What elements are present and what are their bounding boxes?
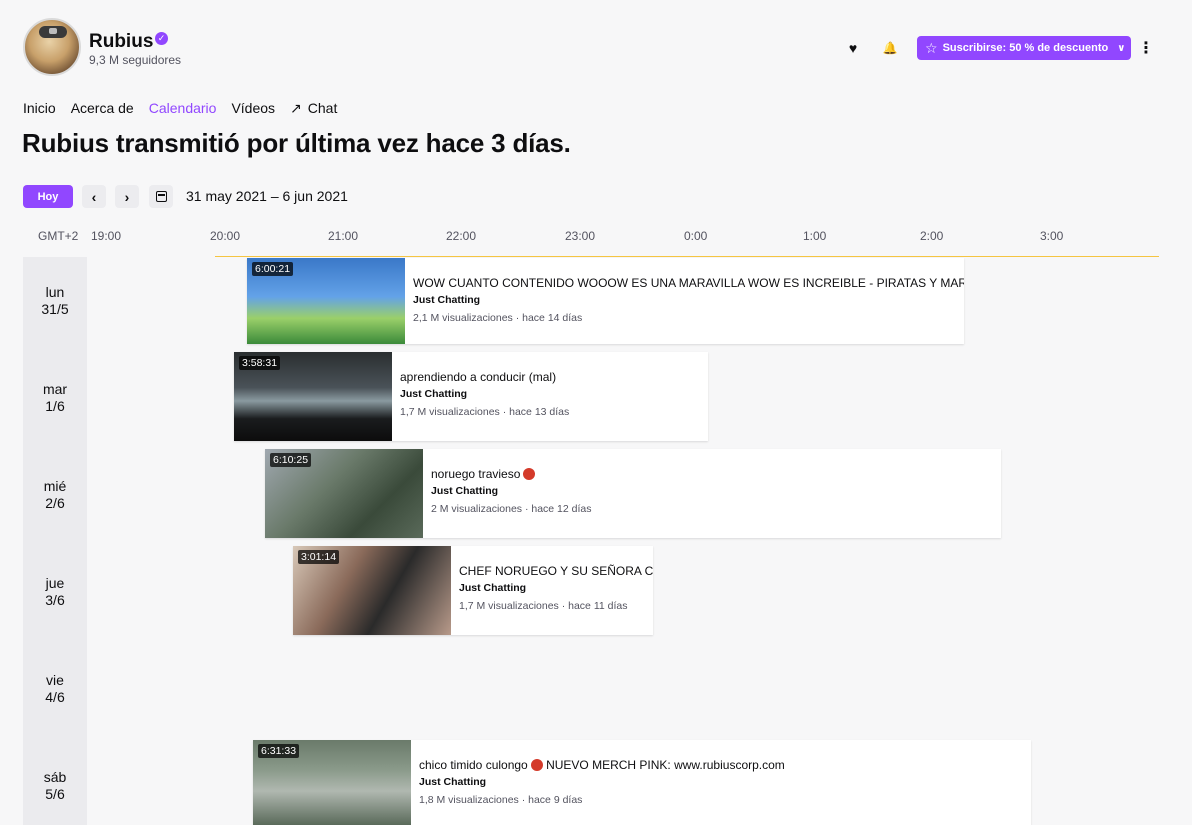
star-icon: ☆ xyxy=(925,40,938,56)
tab-calendario[interactable]: Calendario xyxy=(149,100,217,117)
tab-inicio[interactable]: Inicio xyxy=(23,100,56,117)
day-label: mié 2/6 xyxy=(43,478,67,511)
current-time-line xyxy=(215,256,1159,257)
follower-count: 9,3 M seguidores xyxy=(89,53,182,67)
calendar-icon xyxy=(155,191,167,202)
tab-videos[interactable]: Vídeos xyxy=(231,100,275,117)
stream-duration: 3:01:14 xyxy=(298,550,340,564)
channel-header: Rubius ✓ 9,3 M seguidores ♥ 🔔 ☆ Suscribi… xyxy=(0,0,1192,90)
stream-category[interactable]: Just Chatting xyxy=(400,388,708,400)
day-label: vie 4/6 xyxy=(45,672,65,705)
stream-duration: 6:31:33 xyxy=(258,744,300,758)
day-label: mar 1/6 xyxy=(42,381,68,414)
notifications-button[interactable]: 🔔 xyxy=(877,37,903,59)
day-column xyxy=(23,257,87,825)
time-tick: 1:00 xyxy=(803,229,827,243)
stream-thumbnail: 3:58:31 xyxy=(234,352,392,441)
channel-avatar[interactable] xyxy=(23,18,81,76)
stream-meta: 2 M visualizaciones · hace 12 días xyxy=(431,503,592,515)
stream-thumbnail: 6:31:33 xyxy=(253,740,411,825)
chevron-down-icon: ∨ xyxy=(1117,42,1126,54)
previous-week-button[interactable]: ‹ xyxy=(82,185,106,208)
stream-duration: 3:58:31 xyxy=(239,356,281,370)
stream-meta: 2,1 M visualizaciones · hace 14 días xyxy=(413,312,583,324)
date-range: 31 may 2021 – 6 jun 2021 xyxy=(186,188,348,204)
tab-chat-label: Chat xyxy=(307,100,338,116)
stream-title: chico timido culongo NUEVO MERCH PINK: w… xyxy=(419,758,785,772)
stream-meta: 1,8 M visualizaciones · hace 9 días xyxy=(419,794,583,806)
bell-icon: 🔔 xyxy=(882,41,898,55)
stream-title: WOW CUANTO CONTENIDO WOOOW ES UNA MARAVI… xyxy=(413,276,964,290)
subscribe-label: Suscribirse: 50 % de descuento xyxy=(942,42,1109,54)
more-options-button[interactable]: ⋮ xyxy=(1138,37,1154,59)
stream-duration: 6:00:21 xyxy=(252,262,294,276)
day-label: jue 3/6 xyxy=(45,575,65,608)
emoji-icon xyxy=(523,468,536,480)
day-label: sáb 5/6 xyxy=(43,769,67,802)
stream-category[interactable]: Just Chatting xyxy=(459,582,653,594)
today-button[interactable]: Hoy xyxy=(23,185,73,208)
stream-thumbnail: 3:01:14 xyxy=(293,546,451,635)
time-tick: 0:00 xyxy=(684,229,708,243)
stream-category[interactable]: Just Chatting xyxy=(431,485,1001,497)
time-tick: 19:00 xyxy=(91,229,122,243)
time-tick: 2:00 xyxy=(920,229,944,243)
stream-duration: 6:10:25 xyxy=(270,453,312,467)
stream-meta: 1,7 M visualizaciones · hace 13 días xyxy=(400,406,570,418)
timezone-label: GMT+2 xyxy=(38,229,79,243)
stream-title: CHEF NORUEGO Y SU SEÑORA COC xyxy=(459,564,653,578)
subscribe-button[interactable]: ☆ Suscribirse: 50 % de descuento ∨ xyxy=(917,36,1131,60)
day-label: lun 31/5 xyxy=(41,284,69,317)
next-week-button[interactable]: › xyxy=(115,185,139,208)
tab-acerca-de[interactable]: Acerca de xyxy=(71,100,134,117)
stream-card[interactable]: 6:10:25 noruego travieso Just Chatting 2… xyxy=(265,449,1001,538)
chevron-right-icon: › xyxy=(124,188,130,205)
time-tick: 20:00 xyxy=(210,229,241,243)
channel-name[interactable]: Rubius xyxy=(89,31,153,53)
stream-title: aprendiendo a conducir (mal) xyxy=(400,370,557,384)
tab-chat[interactable]: ↗ Chat xyxy=(290,100,337,117)
verified-badge-icon: ✓ xyxy=(155,32,168,45)
emoji-icon xyxy=(530,759,543,771)
time-tick: 22:00 xyxy=(446,229,477,243)
page-title: Rubius transmitió por última vez hace 3 … xyxy=(22,128,571,158)
stream-card[interactable]: 3:58:31 aprendiendo a conducir (mal) Jus… xyxy=(234,352,708,441)
stream-card[interactable]: 6:00:21 WOW CUANTO CONTENIDO WOOOW ES UN… xyxy=(247,258,964,344)
heart-icon: ♥ xyxy=(848,40,858,56)
stream-card[interactable]: 6:31:33 chico timido culongo NUEVO MERCH… xyxy=(253,740,1031,825)
follow-heart-button[interactable]: ♥ xyxy=(840,37,866,59)
stream-category[interactable]: Just Chatting xyxy=(413,294,964,306)
stream-category[interactable]: Just Chatting xyxy=(419,776,1031,788)
more-vertical-icon: ⋮ xyxy=(1138,40,1154,57)
calendar-picker-button[interactable] xyxy=(149,185,173,208)
time-tick: 23:00 xyxy=(565,229,596,243)
chevron-left-icon: ‹ xyxy=(91,188,97,205)
channel-nav: Inicio Acerca de Calendario Vídeos ↗ Chat xyxy=(23,100,337,117)
time-tick: 21:00 xyxy=(328,229,359,243)
stream-thumbnail: 6:00:21 xyxy=(247,258,405,344)
stream-title: noruego travieso xyxy=(431,467,1001,481)
stream-meta: 1,7 M visualizaciones · hace 11 días xyxy=(459,600,628,612)
stream-thumbnail: 6:10:25 xyxy=(265,449,423,538)
external-arrow-icon: ↗ xyxy=(290,100,302,116)
stream-card[interactable]: 3:01:14 CHEF NORUEGO Y SU SEÑORA COC Jus… xyxy=(293,546,653,635)
time-tick: 3:00 xyxy=(1040,229,1064,243)
